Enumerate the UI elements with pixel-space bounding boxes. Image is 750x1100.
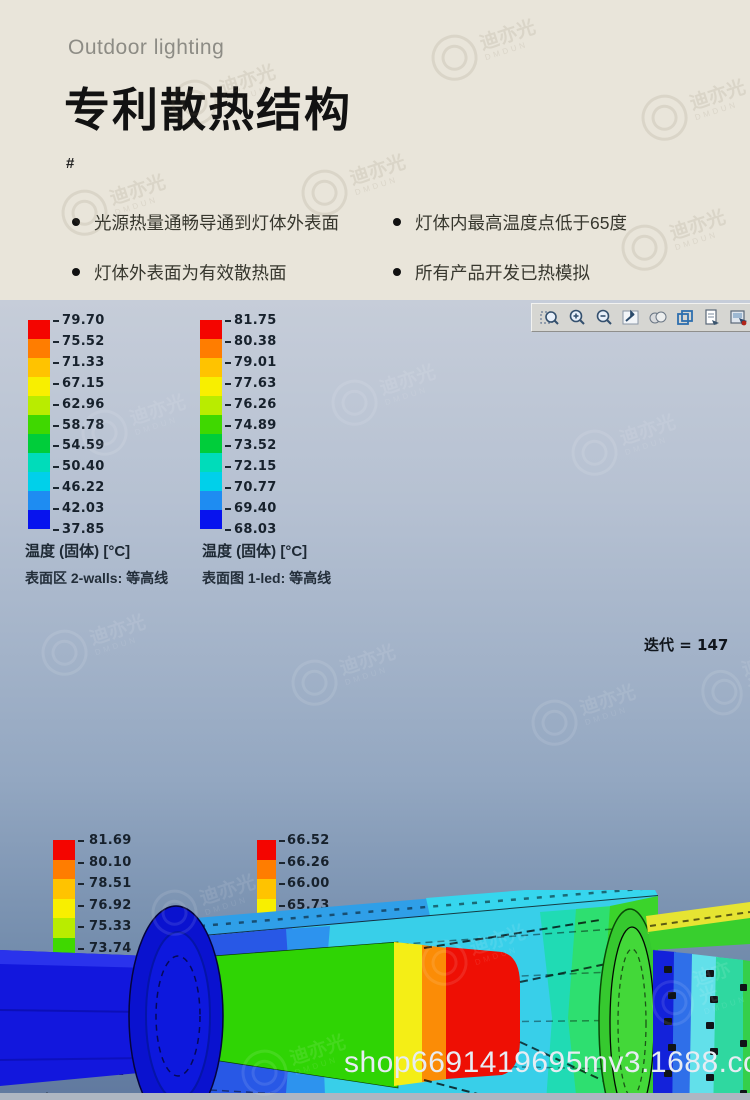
legend-tick — [53, 320, 59, 322]
legend-value: 50.40 — [62, 459, 105, 474]
header-section: Outdoor lighting 专利散热结构 # 光源热量通畅导通到灯体外表面… — [0, 0, 750, 300]
legend-tick — [279, 883, 285, 885]
legend-value: 80.10 — [89, 855, 132, 870]
bullet-item: 所有产品开发已热模拟 — [393, 260, 590, 285]
legend-tick — [225, 445, 231, 447]
legend-tick — [225, 383, 231, 385]
zoom-in-icon[interactable] — [567, 308, 587, 328]
legend-tick — [78, 840, 84, 842]
cfd-screenshot: 迭代 = 147 79.70 75.52 71.33 67.15 62.96 58.78 5… — [0, 300, 750, 1100]
legend-tick — [225, 487, 231, 489]
legend-tick — [53, 508, 59, 510]
legend-tick — [53, 404, 59, 406]
legend-tick — [53, 466, 59, 468]
bullet-label: 灯体外表面为有效散热面 — [94, 263, 287, 283]
legend-tick — [225, 466, 231, 468]
legend-tick — [53, 383, 59, 385]
legend-tick — [225, 529, 231, 531]
legend-tick — [53, 425, 59, 427]
rotate-3d-icon[interactable] — [648, 308, 668, 328]
report-page-icon[interactable] — [702, 308, 722, 328]
page: Outdoor lighting 专利散热结构 # 光源热量通畅导通到灯体外表面… — [0, 0, 750, 1100]
legend-value: 74.89 — [234, 418, 277, 433]
legend-value: 72.15 — [234, 459, 277, 474]
legend-value: 80.38 — [234, 334, 277, 349]
legend-subtitle: 表面区 2-walls: 等高线 — [25, 568, 168, 588]
legend-tick — [279, 862, 285, 864]
legend-value: 54.59 — [62, 438, 105, 453]
legend-value: 78.51 — [89, 876, 132, 891]
legend-subtitle: 表面图 1-led: 等高线 — [202, 568, 331, 588]
legend-value: 71.33 — [62, 355, 105, 370]
legend-tick — [53, 341, 59, 343]
legend-value: 73.52 — [234, 438, 277, 453]
legend-value: 42.03 — [62, 501, 105, 516]
hash-mark: # — [66, 155, 74, 172]
legend-value: 70.77 — [234, 480, 277, 495]
eyebrow-text: Outdoor lighting — [68, 36, 224, 60]
bullet-item: 灯体内最高温度点低于65度 — [393, 210, 627, 235]
legend-value: 67.15 — [62, 376, 105, 391]
legend-title: 温度 (固体) [°C] — [25, 540, 130, 561]
bullet-label: 灯体内最高温度点低于65度 — [415, 213, 627, 233]
legend-tick — [225, 425, 231, 427]
legend-tick — [279, 840, 285, 842]
color-scale-bar — [28, 320, 50, 529]
legend-value: 62.96 — [62, 397, 105, 412]
legend-title: 温度 (固体) [°C] — [202, 540, 307, 561]
bullet-label: 光源热量通畅导通到灯体外表面 — [94, 213, 339, 233]
bullet-dot — [393, 218, 401, 226]
legend-value: 79.01 — [234, 355, 277, 370]
legend-value: 66.00 — [287, 876, 330, 891]
page-title: 专利散热结构 — [64, 74, 352, 140]
legend-value: 37.85 — [62, 522, 105, 537]
zoom-out-icon[interactable] — [594, 308, 614, 328]
legend-value: 79.70 — [62, 313, 105, 328]
bullet-label: 所有产品开发已热模拟 — [415, 263, 590, 283]
legend-value: 46.22 — [62, 480, 105, 495]
pan-arrow-icon[interactable] — [621, 308, 641, 328]
legend-tick — [53, 445, 59, 447]
legend-value: 81.75 — [234, 313, 277, 328]
legend-tick — [225, 508, 231, 510]
zoom-window-icon[interactable] — [540, 308, 560, 328]
legend-value: 76.26 — [234, 397, 277, 412]
legend-value: 75.52 — [62, 334, 105, 349]
shop-url: shop6691419695mv3.1688.com — [344, 1046, 750, 1080]
view-box-icon[interactable] — [675, 308, 695, 328]
legend-tick — [225, 320, 231, 322]
legend-tick — [225, 362, 231, 364]
color-scale-bar — [200, 320, 222, 529]
legend-tick — [53, 529, 59, 531]
save-image-icon[interactable] — [729, 308, 749, 328]
legend-tick — [225, 341, 231, 343]
cfd-toolbar — [531, 303, 750, 332]
legend-tick — [78, 883, 84, 885]
bullet-item: 灯体外表面为有效散热面 — [72, 260, 287, 285]
iteration-label: 迭代 = 147 — [644, 634, 728, 655]
legend-value: 77.63 — [234, 376, 277, 391]
bullet-dot — [72, 218, 80, 226]
bullet-dot — [393, 268, 401, 276]
legend-value: 68.03 — [234, 522, 277, 537]
bottom-strip — [0, 1093, 750, 1100]
legend-value: 66.26 — [287, 855, 330, 870]
legend-tick — [53, 487, 59, 489]
legend-tick — [225, 404, 231, 406]
legend-value: 69.40 — [234, 501, 277, 516]
model-arm — [0, 950, 150, 1086]
legend-value: 81.69 — [89, 833, 132, 848]
legend-value: 66.52 — [287, 833, 330, 848]
bullet-item: 光源热量通畅导通到灯体外表面 — [72, 210, 339, 235]
legend-tick — [78, 862, 84, 864]
bullet-dot — [72, 268, 80, 276]
legend-value: 58.78 — [62, 418, 105, 433]
legend-tick — [53, 362, 59, 364]
